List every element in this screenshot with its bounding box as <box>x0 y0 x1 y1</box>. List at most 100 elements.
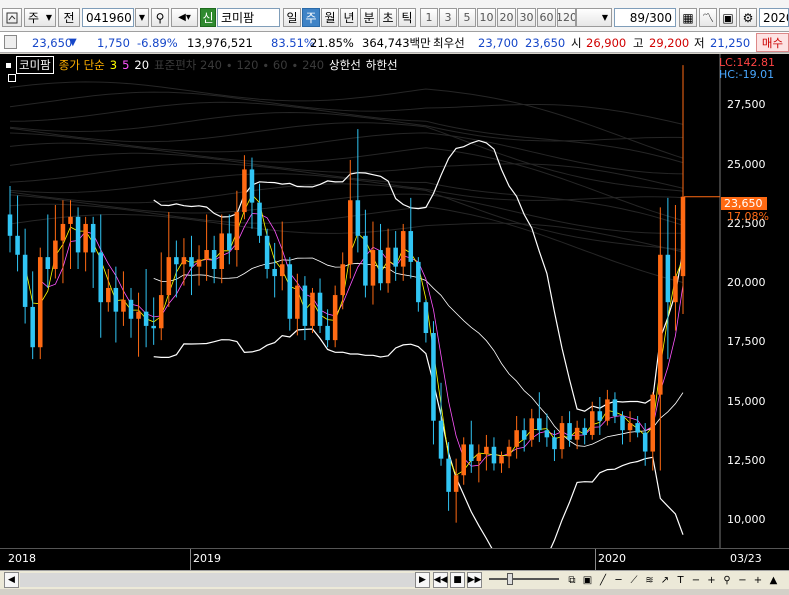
gear-icon: ⚙ <box>742 10 754 25</box>
interval-button[interactable]: 120 <box>557 8 576 27</box>
date-field[interactable]: 2020/ <box>759 8 789 27</box>
count-total: /300 <box>645 10 672 25</box>
period-tab[interactable]: 분 <box>360 8 378 27</box>
legend-ma-label: 종가 단순 <box>58 58 105 72</box>
faint-trace <box>9 91 684 125</box>
stop-icon[interactable]: ■ <box>450 572 465 588</box>
candle-body <box>113 287 119 312</box>
candle-body <box>416 261 421 303</box>
zoom-slider[interactable] <box>489 578 559 580</box>
period-tab[interactable]: 년 <box>340 8 358 27</box>
line-icon[interactable]: ╱ <box>597 572 609 588</box>
candle-body <box>181 257 187 265</box>
scale-toggle[interactable] <box>8 74 16 82</box>
trend-icon[interactable]: ⟋ <box>628 572 640 588</box>
interval-button[interactable]: 20 <box>497 8 516 27</box>
candle-body <box>605 399 610 421</box>
candle-body <box>98 252 104 303</box>
hline-icon[interactable]: ─ <box>613 572 625 588</box>
period-tab[interactable]: 초 <box>379 8 397 27</box>
sound-button[interactable]: ◀▾ <box>171 8 198 27</box>
open-price: 26,900 <box>586 35 627 50</box>
plus-icon[interactable]: + <box>752 572 764 588</box>
fib-icon[interactable]: ≋ <box>644 572 656 588</box>
chart-area[interactable]: 코미팜 종가 단순 3 5 20 표준편차 240 ∙ 120 ∙ 60 ∙ 2… <box>0 54 789 570</box>
candle-body <box>514 430 519 447</box>
interval-button[interactable]: 1 <box>420 8 438 27</box>
up-icon[interactable]: ▲ <box>768 572 780 588</box>
interval-button[interactable]: 5 <box>458 8 476 27</box>
period-tab[interactable]: 일 <box>283 8 301 27</box>
interval-dropdown[interactable]: ▼ <box>576 8 612 27</box>
candle-body <box>408 231 414 262</box>
zoom-slider-thumb[interactable] <box>507 573 513 585</box>
y-tick-label: 15,000 <box>727 394 766 408</box>
quote-toggle[interactable] <box>4 35 17 49</box>
grid-button[interactable]: ▦ <box>679 8 697 27</box>
minus-icon[interactable]: − <box>737 572 749 588</box>
quote-bar: 23,650 ▼ 1,750 -6.89% 13,976,521 83.51% … <box>0 32 789 53</box>
new-badge-label: 신 <box>202 11 214 25</box>
faint-trace <box>9 214 684 253</box>
first-icon[interactable]: ◀◀ <box>433 572 448 588</box>
chevron-down-icon: ▼ <box>601 13 608 22</box>
zoom-out-icon[interactable]: − <box>690 572 702 588</box>
candle-body <box>68 216 73 224</box>
scroll-track[interactable] <box>20 573 415 587</box>
save-button[interactable]: ▣ <box>719 8 737 27</box>
copy-icon[interactable]: ⧉ <box>566 572 578 588</box>
period-tab[interactable]: 주 <box>302 8 320 27</box>
chart-type-icon[interactable] <box>2 8 22 27</box>
last-icon[interactable]: ▶▶ <box>467 572 482 588</box>
code-input[interactable]: 041960 <box>82 8 134 27</box>
text-icon[interactable]: T <box>675 572 687 588</box>
candle-body <box>453 475 459 492</box>
settings-button[interactable]: ⚙ <box>739 8 757 27</box>
stock-name-field[interactable]: 코미팜 <box>217 8 280 27</box>
candle-body <box>257 202 262 236</box>
chart-window: 주 ▼ 전 041960 ▼ ⚲ ◀▾ 신 코미팜 일주월년분초틱 1 3 5 10 20… <box>0 0 789 595</box>
image-icon[interactable]: ▣ <box>582 572 594 588</box>
candle-body <box>612 399 618 416</box>
candle-body <box>665 254 671 303</box>
search-button[interactable]: ⚲ <box>151 8 169 27</box>
count-field[interactable]: 89/300 <box>614 8 676 27</box>
x-axis: 2018 2019 2020 03/23 <box>0 548 789 571</box>
candlestick-chart[interactable] <box>0 54 789 548</box>
interval-button[interactable]: 10 <box>477 8 496 27</box>
bottom-bar: ◀ ▶ ◀◀ ■ ▶▶ ⧉ ▣ ╱ ─ ⟋ ≋ ↗ T − + ⚲ − + ▲ <box>0 570 789 589</box>
legend-stock-name[interactable]: 코미팜 <box>16 56 54 74</box>
low-price: 21,250 <box>710 35 751 50</box>
x-label-2018: 2018 <box>8 552 36 565</box>
market-select[interactable]: 주 ▼ <box>24 8 56 27</box>
chart-legend: 코미팜 종가 단순 3 5 20 표준편차 240 ∙ 120 ∙ 60 ∙ 2… <box>6 56 398 74</box>
search-icon: ⚲ <box>155 10 165 25</box>
legend-marker <box>6 62 11 68</box>
code-dropdown[interactable]: ▼ <box>135 8 149 27</box>
candle-body <box>295 285 300 319</box>
scroll-left-icon[interactable]: ◀ <box>4 572 19 588</box>
candle-body <box>204 250 209 260</box>
wave-icon: 〽 <box>701 11 714 25</box>
interval-button[interactable]: 60 <box>537 8 556 27</box>
interval-button[interactable]: 3 <box>439 8 457 27</box>
period-tab[interactable]: 월 <box>321 8 339 27</box>
current-price-tag: 23,650 <box>721 197 767 210</box>
candle-body <box>219 233 224 269</box>
buy-button[interactable]: 매수 <box>756 33 789 52</box>
price-change-pct: -6.89% <box>137 35 178 50</box>
candle-body <box>45 257 51 269</box>
current-pct-tag: 17.08% <box>727 210 769 223</box>
zoom-in-icon[interactable]: + <box>706 572 718 588</box>
x-label-last: 03/23 <box>730 552 762 565</box>
interval-button[interactable]: 30 <box>517 8 536 27</box>
type-select[interactable]: 전 <box>58 8 80 27</box>
period-tab[interactable]: 틱 <box>398 8 416 27</box>
scroll-right-icon[interactable]: ▶ <box>415 572 430 588</box>
count-value: 89 <box>629 10 646 25</box>
search-icon[interactable]: ⚲ <box>721 572 733 588</box>
candle-body <box>287 264 293 319</box>
tool-button[interactable]: 〽 <box>699 8 717 27</box>
candle-body <box>317 292 323 326</box>
arrow-icon[interactable]: ↗ <box>659 572 671 588</box>
